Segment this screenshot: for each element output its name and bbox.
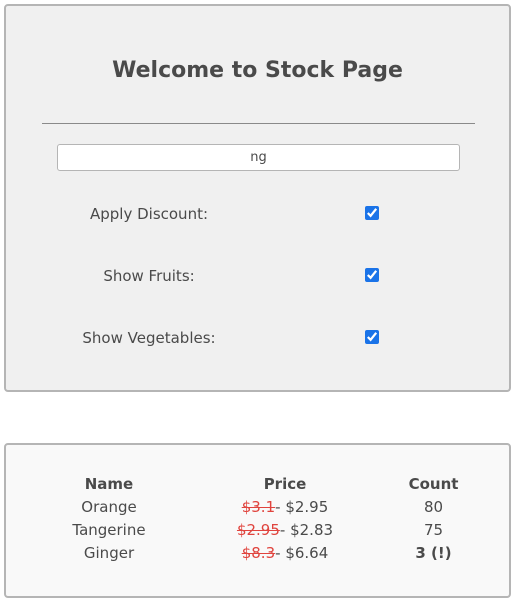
new-price: $6.64	[285, 544, 329, 562]
stock-table-panel: Name Price Count Orange $3.1- $2.95 80 T…	[4, 443, 511, 598]
cell-count: 75	[423, 521, 444, 539]
search-input[interactable]	[57, 144, 460, 171]
show-fruits-label: Show Fruits:	[103, 267, 195, 285]
table-row: Orange $3.1- $2.95 80	[6, 496, 509, 519]
old-price: $3.1	[241, 498, 276, 516]
cell-price: $3.1- $2.95	[212, 496, 358, 519]
apply-discount-checkbox[interactable]	[365, 206, 379, 220]
apply-discount-label: Apply Discount:	[89, 205, 209, 223]
stock-settings-panel: Welcome to Stock Page Apply Discount: Sh…	[4, 4, 511, 392]
cell-count: 80	[423, 498, 444, 516]
new-price: $2.83	[290, 521, 334, 539]
old-price: $2.95	[236, 521, 280, 539]
cell-price: $8.3- $6.64	[212, 542, 358, 565]
page-title: Welcome to Stock Page	[112, 58, 403, 83]
show-vegetables-checkbox[interactable]	[365, 330, 379, 344]
cell-name: Tangerine	[72, 521, 146, 539]
show-vegetables-label: Show Vegetables:	[82, 329, 216, 347]
cell-name: Ginger	[83, 544, 135, 562]
price-separator: -	[275, 544, 286, 562]
cell-price: $2.95- $2.83	[212, 519, 358, 542]
table-row: Tangerine $2.95- $2.83 75	[6, 519, 509, 542]
cell-count-low-stock: 3 (!)	[415, 544, 452, 562]
title-divider	[42, 123, 475, 124]
header-count: Count	[408, 475, 459, 493]
old-price: $8.3	[241, 544, 276, 562]
price-separator: -	[275, 498, 286, 516]
table-row: Ginger $8.3- $6.64 3 (!)	[6, 542, 509, 565]
stock-table: Name Price Count Orange $3.1- $2.95 80 T…	[6, 473, 509, 565]
apply-discount-row: Apply Discount:	[6, 203, 509, 227]
show-fruits-checkbox[interactable]	[365, 268, 379, 282]
header-price: Price	[263, 475, 307, 493]
price-separator: -	[279, 521, 291, 539]
new-price: $2.95	[285, 498, 329, 516]
show-vegetables-row: Show Vegetables:	[6, 327, 509, 351]
cell-name: Orange	[81, 498, 137, 516]
show-fruits-row: Show Fruits:	[6, 265, 509, 289]
header-name: Name	[84, 475, 134, 493]
table-header-row: Name Price Count	[6, 473, 509, 496]
